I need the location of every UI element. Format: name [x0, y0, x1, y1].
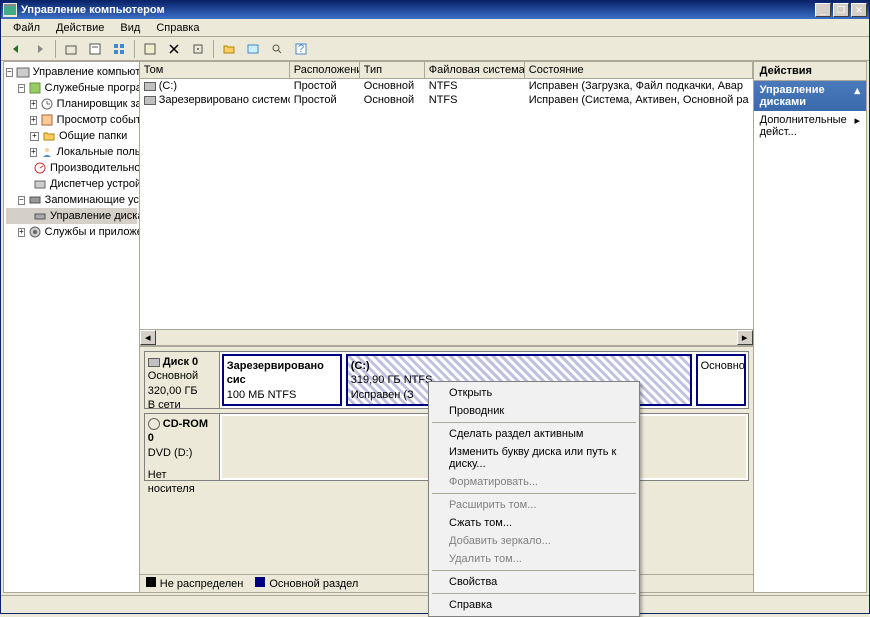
props-icon[interactable] [84, 39, 106, 59]
ctx-explorer[interactable]: Проводник [431, 402, 637, 420]
tree-panel: −Управление компьютером (лока −Служебные… [4, 62, 140, 592]
forward-button[interactable] [29, 39, 51, 59]
menu-view[interactable]: Вид [112, 20, 148, 36]
ctx-help[interactable]: Справка [431, 596, 637, 614]
minimize-button[interactable]: _ [815, 3, 831, 17]
partition[interactable]: Зарезервировано сис 100 МБ NTFS Исправен… [222, 354, 342, 406]
tree-devmgr[interactable]: Диспетчер устройств [6, 176, 137, 192]
volume-header: Том Расположение Тип Файловая система Со… [140, 62, 753, 79]
up-icon[interactable] [60, 39, 82, 59]
ctx-format: Форматировать... [431, 473, 637, 491]
settings-icon[interactable] [187, 39, 209, 59]
disk-icon [148, 358, 160, 367]
app-icon [3, 3, 17, 17]
tree-scheduler[interactable]: +Планировщик заданий [6, 96, 137, 112]
wizard-icon[interactable] [242, 39, 264, 59]
ctx-mirror: Добавить зеркало... [431, 532, 637, 550]
drive-icon [144, 96, 156, 105]
tree-root[interactable]: −Управление компьютером (лока [6, 64, 137, 80]
actions-section[interactable]: Управление дисками▴ [754, 81, 866, 111]
col-layout[interactable]: Расположение [290, 62, 360, 78]
volume-row[interactable]: Зарезервировано системой Простой Основно… [140, 93, 753, 107]
close-button[interactable]: ✕ [851, 3, 867, 17]
context-menu: Открыть Проводник Сделать раздел активны… [428, 381, 640, 617]
tree-sys-tools[interactable]: −Служебные программы [6, 80, 137, 96]
ctx-extend: Расширить том... [431, 496, 637, 514]
back-button[interactable] [5, 39, 27, 59]
folder-icon[interactable] [218, 39, 240, 59]
ctx-props[interactable]: Свойства [431, 573, 637, 591]
actions-panel: Действия Управление дисками▴ Дополнитель… [753, 62, 866, 592]
volume-row[interactable]: (C:) Простой Основной NTFS Исправен (Заг… [140, 79, 753, 93]
h-scrollbar[interactable]: ◂▸ [140, 329, 753, 345]
ctx-shrink[interactable]: Сжать том... [431, 514, 637, 532]
primary-swatch [255, 577, 265, 587]
scroll-left-icon[interactable]: ◂ [140, 330, 156, 345]
help-icon[interactable]: ? [290, 39, 312, 59]
col-status[interactable]: Состояние [525, 62, 753, 78]
tree-diskmgmt[interactable]: Управление дисками [6, 208, 137, 224]
ctx-delete: Удалить том... [431, 550, 637, 568]
cdrom-icon [148, 418, 160, 430]
ctx-open[interactable]: Открыть [431, 384, 637, 402]
drive-icon [144, 82, 156, 91]
toolbar: ? [1, 37, 869, 61]
tree-event-viewer[interactable]: +Просмотр событий [6, 112, 137, 128]
delete-icon[interactable] [163, 39, 185, 59]
chevron-right-icon: ▸ [854, 114, 860, 138]
maximize-button[interactable]: ❐ [833, 3, 849, 17]
menubar: Файл Действие Вид Справка [1, 19, 869, 37]
menu-file[interactable]: Файл [5, 20, 48, 36]
collapse-icon: ▴ [854, 84, 860, 108]
disk-label[interactable]: Диск 0 Основной 320,00 ГБ В сети [145, 352, 220, 408]
ctx-letter[interactable]: Изменить букву диска или путь к диску... [431, 443, 637, 473]
actions-more[interactable]: Дополнительные дейст...▸ [754, 111, 866, 141]
tree-services[interactable]: +Службы и приложения [6, 224, 137, 240]
tree-shared[interactable]: +Общие папки [6, 128, 137, 144]
actions-header: Действия [754, 62, 866, 81]
col-fs[interactable]: Файловая система [425, 62, 525, 78]
ctx-active[interactable]: Сделать раздел активным [431, 425, 637, 443]
titlebar: Управление компьютером _ ❐ ✕ [1, 1, 869, 19]
col-volume[interactable]: Том [140, 62, 290, 78]
search-icon[interactable] [266, 39, 288, 59]
volume-list: (C:) Простой Основной NTFS Исправен (Заг… [140, 79, 753, 329]
svg-text:?: ? [298, 43, 304, 55]
tree-storage[interactable]: −Запоминающие устройства [6, 192, 137, 208]
window-title: Управление компьютером [21, 4, 813, 16]
grid-icon[interactable] [108, 39, 130, 59]
refresh-icon[interactable] [139, 39, 161, 59]
tree-perf[interactable]: Производительность [6, 160, 137, 176]
disk-label[interactable]: CD-ROM 0 DVD (D:) Нет носителя [145, 414, 220, 480]
col-type[interactable]: Тип [360, 62, 425, 78]
tree-local-users[interactable]: +Локальные пользовател [6, 144, 137, 160]
partition[interactable]: Основной [696, 354, 746, 406]
scroll-right-icon[interactable]: ▸ [737, 330, 753, 345]
menu-action[interactable]: Действие [48, 20, 112, 36]
unalloc-swatch [146, 577, 156, 587]
menu-help[interactable]: Справка [148, 20, 207, 36]
